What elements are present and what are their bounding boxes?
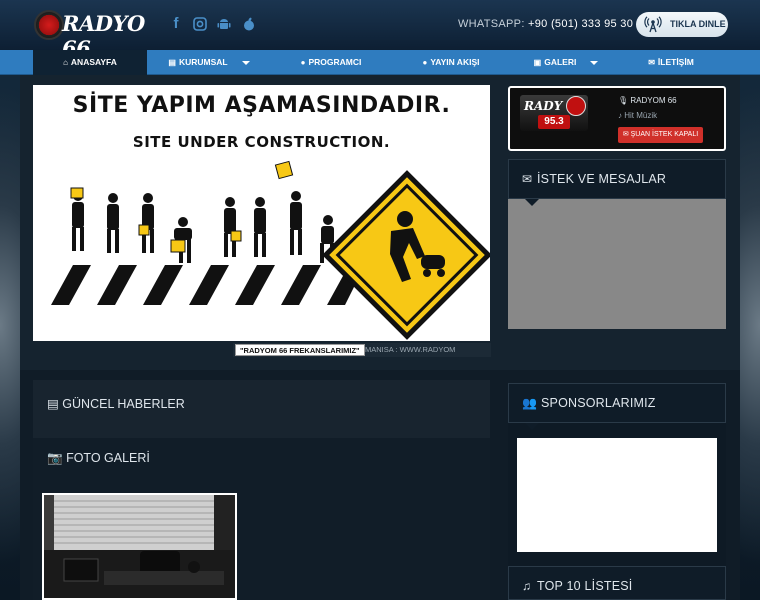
nav-item-home[interactable]: ⌂ ANASAYFA xyxy=(33,50,147,75)
antenna-icon xyxy=(644,16,662,33)
nav-item-yayin-akisi[interactable]: ● YAYIN AKIŞI xyxy=(392,50,510,75)
site-header: RADYO 66 f WHATSAPP: +90 (501) 333 95 30… xyxy=(0,0,760,61)
android-icon[interactable] xyxy=(215,15,233,33)
station-frequency: 95.3 xyxy=(538,115,570,129)
frequency-subtext: MANISA : WWW.RADYOM xyxy=(365,345,456,354)
nav-label: GALERI xyxy=(544,57,577,67)
request-status-label: ŞUAN İSTEK KAPALI xyxy=(630,131,699,138)
station-logo: RADY 95.3 xyxy=(520,95,588,131)
chevron-down-icon xyxy=(241,60,250,65)
listen-live-label: TIKLA DINLE xyxy=(670,19,726,29)
nav-item-kurumsal[interactable]: ▤ KURUMSAL xyxy=(150,50,268,75)
sponsors-content xyxy=(517,438,717,552)
facebook-icon[interactable]: f xyxy=(167,15,185,33)
gallery-photo-thumbnail[interactable] xyxy=(42,493,237,600)
nav-label: İLETİŞİM xyxy=(657,57,694,67)
sponsors-notch xyxy=(525,423,539,430)
frequency-label[interactable]: "RADYOM 66 FREKANSLARIMIZ" xyxy=(235,344,365,356)
requests-title: İSTEK VE MESAJLAR xyxy=(537,172,667,186)
whatsapp-contact: WHATSAPP: +90 (501) 333 95 30 xyxy=(458,18,633,30)
station-genre: ♪ Hit Müzik xyxy=(618,111,658,120)
nav-label: YAYIN AKIŞI xyxy=(430,57,480,67)
requests-notch-overlay xyxy=(525,199,539,206)
logo-disc-icon xyxy=(34,10,64,40)
top10-title: TOP 10 LİSTESİ xyxy=(537,579,633,593)
nav-label: KURUMSAL xyxy=(178,57,228,67)
radio-player-card: RADY 95.3 🎙 RADYOM 66 ♪ Hit Müzik ✉ ŞUAN… xyxy=(508,86,726,151)
studio-photo xyxy=(44,495,235,598)
whatsapp-number: +90 (501) 333 95 30 xyxy=(528,18,634,30)
sponsors-title: SPONSORLARIMIZ xyxy=(541,396,656,410)
listen-live-button[interactable]: TIKLA DINLE xyxy=(636,12,728,37)
chevron-down-icon xyxy=(590,60,599,65)
station-name: 🎙 RADYOM 66 xyxy=(618,96,677,105)
envelope-icon: ✉ xyxy=(648,58,655,67)
site-logo[interactable]: RADYO 66 xyxy=(34,8,145,61)
station-logo-text: RADY xyxy=(524,99,563,113)
news-title-text: GÜNCEL HABERLER xyxy=(62,397,185,411)
gallery-section-title: 📷 FOTO GALERİ xyxy=(47,451,150,466)
user-icon: ● xyxy=(422,58,428,67)
envelope-icon: ✉ xyxy=(522,172,533,186)
requests-header: ✉ İSTEK VE MESAJLAR xyxy=(508,159,726,199)
under-construction-banner: SİTE YAPIM AŞAMASINDADIR. SITE UNDER CON… xyxy=(33,85,490,341)
request-status-button[interactable]: ✉ ŞUAN İSTEK KAPALI xyxy=(618,127,703,143)
users-icon: 👥 xyxy=(522,396,537,410)
music-note-icon: ♫ xyxy=(522,579,531,593)
frequency-strip: "RADYOM 66 FREKANSLARIMIZ" MANISA : WWW.… xyxy=(233,343,491,357)
sponsors-header: 👥 SPONSORLARIMIZ xyxy=(508,383,726,423)
user-icon: ● xyxy=(300,58,306,67)
apple-icon[interactable] xyxy=(240,15,258,33)
station-genre-text: Hit Müzik xyxy=(624,111,658,120)
station-name-text: RADYOM 66 xyxy=(630,96,677,105)
requests-content xyxy=(508,199,726,329)
workers-illustration xyxy=(51,160,490,340)
home-icon: ⌂ xyxy=(63,58,68,67)
nav-label: PROGRAMCI xyxy=(308,57,362,67)
document-icon: ▤ xyxy=(168,58,176,67)
main-nav: ⌂ ANASAYFA ▤ KURUMSAL ● PROGRAMCI ● YAYIN AK… xyxy=(0,50,760,75)
nav-item-galeri[interactable]: ▣ GALERI xyxy=(512,50,620,75)
whatsapp-label: WHATSAPP: xyxy=(458,18,525,30)
station-logo-disc-icon xyxy=(566,96,586,116)
top10-header: ♫ TOP 10 LİSTESİ xyxy=(508,566,726,600)
nav-label: ANASAYFA xyxy=(70,57,117,67)
film-icon: ▣ xyxy=(533,58,542,67)
newspaper-icon: ▤ xyxy=(47,397,59,411)
instagram-icon[interactable] xyxy=(191,15,209,33)
news-section-title: ▤ GÜNCEL HABERLER xyxy=(47,396,185,411)
gallery-title-text: FOTO GALERİ xyxy=(66,451,150,465)
camera-icon: 📷 xyxy=(47,451,63,465)
nav-item-iletisim[interactable]: ✉ İLETİŞİM xyxy=(616,50,726,75)
nav-item-programci[interactable]: ● PROGRAMCI xyxy=(272,50,390,75)
